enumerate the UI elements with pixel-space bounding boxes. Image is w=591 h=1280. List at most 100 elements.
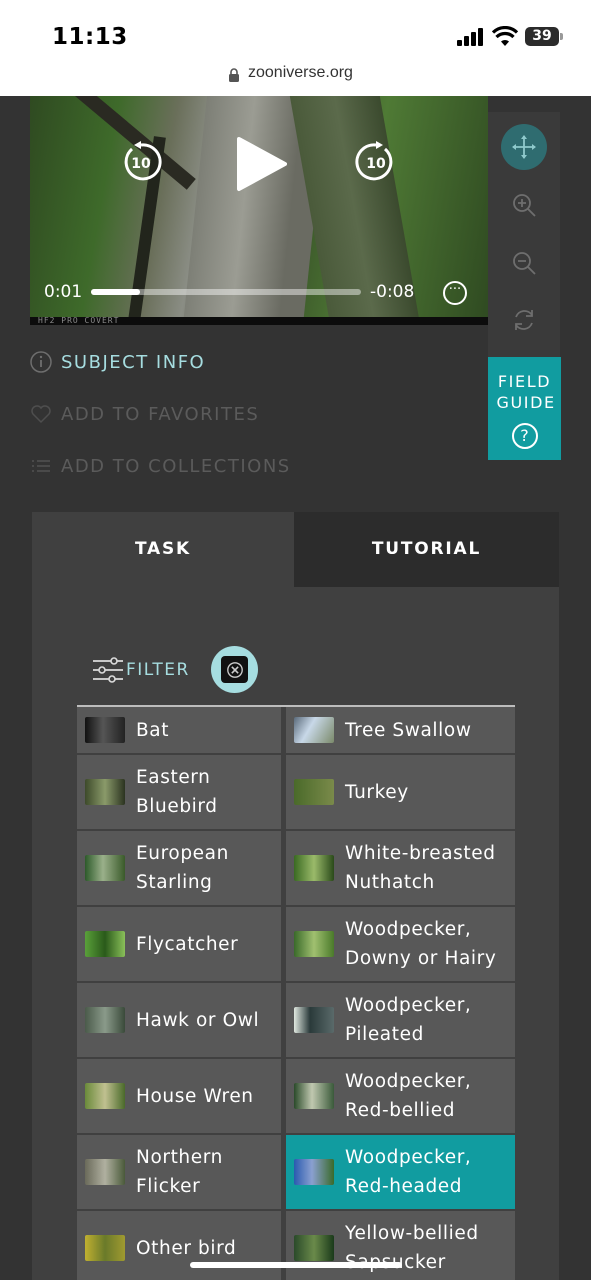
list-icon <box>32 460 50 472</box>
choice-button[interactable]: Other bird <box>77 1211 281 1280</box>
choice-thumbnail <box>294 1083 334 1109</box>
more-options-button[interactable]: ··· <box>443 281 467 305</box>
choice-thumbnail <box>85 931 125 957</box>
forward-10-icon: 10 <box>355 141 393 181</box>
current-time: 0:01 <box>44 282 83 302</box>
cellular-signal-icon <box>457 28 483 46</box>
rewind-10-icon: 10 <box>124 141 162 181</box>
add-to-favorites-link[interactable]: ADD TO FAVORITES <box>30 401 259 427</box>
choice-label: House Wren <box>136 1085 254 1107</box>
move-tool-button[interactable] <box>501 124 547 170</box>
choice-button[interactable]: Yellow-bellied Sapsucker <box>286 1211 515 1280</box>
filter-button[interactable]: FILTER <box>92 656 190 684</box>
choice-button[interactable]: Woodpecker, Red-bellied <box>286 1059 515 1133</box>
status-bar: 11:13 39 <box>0 0 591 62</box>
choice-thumbnail <box>85 1083 125 1109</box>
choice-thumbnail <box>294 717 334 743</box>
clear-filters-button[interactable] <box>211 646 258 693</box>
choice-label: Hawk or Owl <box>136 1009 260 1031</box>
choice-label: Turkey <box>345 781 409 803</box>
choice-label: Woodpecker, Red-headed <box>345 1147 472 1197</box>
play-icon <box>237 137 287 191</box>
battery-level: 39 <box>532 28 552 44</box>
choice-label: Tree Swallow <box>345 719 472 741</box>
choice-thumbnail <box>85 717 125 743</box>
progress-fill <box>91 289 140 295</box>
subject-info-link[interactable]: SUBJECT INFO <box>30 349 205 375</box>
wifi-icon <box>491 25 519 46</box>
choice-button[interactable]: Eastern Bluebird <box>77 755 281 829</box>
tab-bar: TASK TUTORIAL <box>32 512 559 587</box>
close-icon <box>226 661 243 678</box>
choice-button[interactable]: White-breasted Nuthatch <box>286 831 515 905</box>
choice-button[interactable]: Bat <box>77 707 281 753</box>
choice-button[interactable]: Hawk or Owl <box>77 983 281 1057</box>
zoom-out-icon <box>513 252 536 275</box>
choice-thumbnail <box>294 1159 334 1185</box>
remaining-time: -0:08 <box>370 282 415 302</box>
choice-label: Yellow-bellied Sapsucker <box>345 1223 479 1273</box>
choice-label: Eastern Bluebird <box>136 767 218 817</box>
choice-label: Woodpecker, Downy or Hairy <box>345 919 497 969</box>
add-to-favorites-label: ADD TO FAVORITES <box>61 403 260 425</box>
choice-label: Flycatcher <box>136 933 239 955</box>
help-icon: ? <box>511 423 538 449</box>
choice-button[interactable]: Turkey <box>286 755 515 829</box>
choice-label: Other bird <box>136 1237 237 1259</box>
play-button[interactable] <box>235 136 287 192</box>
sliders-icon <box>93 657 123 683</box>
choice-thumbnail <box>294 1007 334 1033</box>
choice-thumbnail <box>85 1235 125 1261</box>
rotate-button[interactable] <box>501 297 547 343</box>
choice-button[interactable]: Woodpecker, Red-headed <box>286 1135 515 1209</box>
choice-button[interactable]: Tree Swallow <box>286 707 515 753</box>
choice-button[interactable]: European Starling <box>77 831 281 905</box>
heart-icon <box>31 405 51 424</box>
choice-button[interactable]: Flycatcher <box>77 907 281 981</box>
choice-button[interactable]: Woodpecker, Pileated <box>286 983 515 1057</box>
tab-task[interactable]: TASK <box>32 512 294 587</box>
choice-button[interactable]: Woodpecker, Downy or Hairy <box>286 907 515 981</box>
choice-thumbnail <box>85 779 125 805</box>
choice-label: Woodpecker, Red-bellied <box>345 1071 472 1121</box>
battery-icon: 39 <box>525 27 559 46</box>
home-indicator <box>190 1262 402 1268</box>
browser-url-bar[interactable]: zooniverse.org <box>0 62 591 96</box>
choice-thumbnail <box>85 1007 125 1033</box>
classifier-panel: TASK TUTORIAL FILTER Bat Tree Swallow East… <box>32 512 559 1280</box>
field-guide-button[interactable]: FIELD GUIDE ? <box>488 357 561 460</box>
choice-button[interactable]: House Wren <box>77 1059 281 1133</box>
progress-bar[interactable] <box>91 289 361 295</box>
skip-forward-button[interactable]: 10 <box>355 141 397 183</box>
choice-thumbnail <box>294 855 334 881</box>
skip-back-amount: 10 <box>131 156 151 172</box>
filter-label: FILTER <box>126 660 190 680</box>
choice-thumbnail <box>294 931 334 957</box>
url-text: zooniverse.org <box>248 64 353 81</box>
skip-back-button[interactable]: 10 <box>120 141 162 183</box>
rotate-icon <box>515 310 533 330</box>
info-icon <box>30 351 52 373</box>
move-icon <box>512 135 536 159</box>
choice-thumbnail <box>294 1235 334 1261</box>
tab-tutorial[interactable]: TUTORIAL <box>294 512 559 587</box>
battery-cap <box>560 33 563 40</box>
add-to-collections-link[interactable]: ADD TO COLLECTIONS <box>30 453 291 479</box>
choice-label: White-breasted Nuthatch <box>345 843 496 893</box>
choice-thumbnail <box>294 779 334 805</box>
image-toolbar <box>488 112 560 357</box>
choice-button[interactable]: Northern Flicker <box>77 1135 281 1209</box>
skip-forward-amount: 10 <box>366 156 386 172</box>
lock-icon <box>229 68 239 82</box>
zoom-out-button[interactable] <box>501 240 547 286</box>
choice-thumbnail <box>85 1159 125 1185</box>
zoom-in-button[interactable] <box>501 182 547 228</box>
filter-thumbnail <box>221 656 248 683</box>
add-to-collections-label: ADD TO COLLECTIONS <box>61 455 291 477</box>
camera-brand-text: HF2 PRO COVERT <box>38 316 120 325</box>
subject-video[interactable]: 10 10 0:01 -0:08 ··· HF2 PRO COVERT <box>30 96 488 325</box>
choice-thumbnail <box>85 855 125 881</box>
field-guide-label: FIELD GUIDE <box>496 372 556 412</box>
choice-label: European Starling <box>136 843 229 893</box>
choice-label: Northern Flicker <box>136 1147 223 1197</box>
